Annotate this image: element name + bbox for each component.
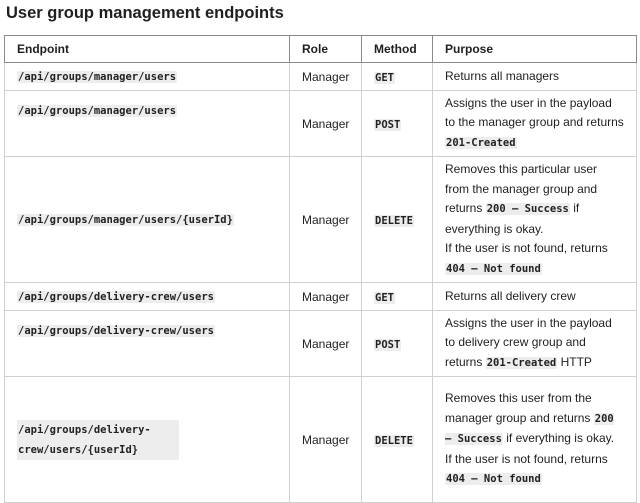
purpose-text-segment: If the user is not found, returns <box>445 241 608 255</box>
role-cell: Manager <box>289 376 362 503</box>
method-cell: POST <box>361 310 433 377</box>
method-cell: DELETE <box>361 376 433 503</box>
method-code: GET <box>374 71 395 84</box>
purpose-text: If the user is not found, returns 404 – … <box>445 239 624 279</box>
purpose-text: Returns all managers <box>445 67 624 87</box>
endpoint-path: /api/groups/delivery-crew/users <box>17 291 215 303</box>
method-cell: POST <box>361 90 433 157</box>
role-cell: Manager <box>289 62 362 91</box>
method-code: DELETE <box>374 434 414 447</box>
purpose-cell: Removes this particular user from the ma… <box>432 156 637 283</box>
purpose-text: Removes this particular user from the ma… <box>445 160 624 239</box>
purpose-text: Removes this user from the manager group… <box>445 389 624 450</box>
endpoint-path: /api/groups/delivery-crew/users <box>17 325 215 337</box>
table-header-row: Endpoint Role Method Purpose <box>4 35 637 63</box>
header-role: Role <box>289 35 362 63</box>
table-row: /api/groups/manager/users Manager POST A… <box>4 90 637 157</box>
table-row: /api/groups/manager/users/{userId} Manag… <box>4 156 637 283</box>
method-code: GET <box>374 291 395 304</box>
purpose-text: Returns all delivery crew <box>445 287 624 307</box>
endpoint-cell: /api/groups/manager/users <box>4 90 290 157</box>
purpose-cell: Assigns the user in the payload to deliv… <box>432 310 637 377</box>
status-code: 200 – Success <box>485 203 570 215</box>
purpose-cell: Assigns the user in the payload to the m… <box>432 90 637 157</box>
endpoint-path: /api/groups/manager/users <box>17 71 178 83</box>
endpoint-cell: /api/groups/delivery-crew/users <box>4 282 290 311</box>
purpose-cell: Removes this user from the manager group… <box>432 376 637 503</box>
purpose-text: If the user is not found, returns 404 – … <box>445 450 624 490</box>
header-endpoint: Endpoint <box>4 35 290 63</box>
method-code: POST <box>374 118 402 131</box>
method-cell: DELETE <box>361 156 433 283</box>
table-row: /api/groups/delivery-crew/users Manager … <box>4 310 637 377</box>
purpose-text-segment: Returns all managers <box>445 68 560 83</box>
role-cell: Manager <box>289 282 362 311</box>
header-purpose: Purpose <box>432 35 637 63</box>
status-code: 201-Created <box>445 136 517 149</box>
purpose-text: Assigns the user in the payload to deliv… <box>445 314 624 374</box>
role-cell: Manager <box>289 310 362 377</box>
endpoint-cell: /api/groups/manager/users <box>4 62 290 91</box>
table-row: /api/groups/delivery-crew/users Manager … <box>4 282 637 311</box>
header-method: Method <box>361 35 433 63</box>
status-code: 404 – Not found <box>445 473 542 486</box>
method-cell: GET <box>361 282 433 311</box>
endpoint-cell: /api/groups/delivery-crew/users <box>4 310 290 377</box>
endpoint-path: /api/groups/delivery-crew/users/{userId} <box>17 419 179 460</box>
method-cell: GET <box>361 62 433 91</box>
status-code: 404 – Not found <box>445 262 542 275</box>
purpose-text-segment: HTTP <box>557 354 592 369</box>
endpoint-cell: /api/groups/delivery-crew/users/{userId} <box>4 376 290 503</box>
role-cell: Manager <box>289 90 362 157</box>
endpoint-cell: /api/groups/manager/users/{userId} <box>4 156 290 283</box>
endpoint-path: /api/groups/manager/users <box>17 105 178 117</box>
purpose-text-segment: Assigns the user in the payload to the m… <box>445 95 624 130</box>
status-code: 201-Created <box>485 356 558 369</box>
endpoints-table: Endpoint Role Method Purpose /api/groups… <box>4 35 637 503</box>
table-row: /api/groups/delivery-crew/users/{userId}… <box>4 376 637 503</box>
purpose-text-segment: Returns all delivery crew <box>445 288 576 303</box>
table-row: /api/groups/manager/users Manager GET Re… <box>4 62 637 91</box>
purpose-text-segment: Removes this user from the manager group… <box>445 391 594 425</box>
method-code: POST <box>374 338 402 351</box>
purpose-cell: Returns all delivery crew <box>432 282 637 311</box>
purpose-text-segment: If the user is not found, returns <box>445 451 608 466</box>
purpose-cell: Returns all managers <box>432 62 637 91</box>
purpose-text-segment: if everything is okay. <box>502 431 615 446</box>
purpose-text: Assigns the user in the payload to the m… <box>445 94 624 154</box>
page-title: User group management endpoints <box>6 4 284 22</box>
method-code: DELETE <box>374 214 414 227</box>
endpoint-path: /api/groups/manager/users/{userId} <box>17 214 234 226</box>
role-cell: Manager <box>289 156 362 283</box>
